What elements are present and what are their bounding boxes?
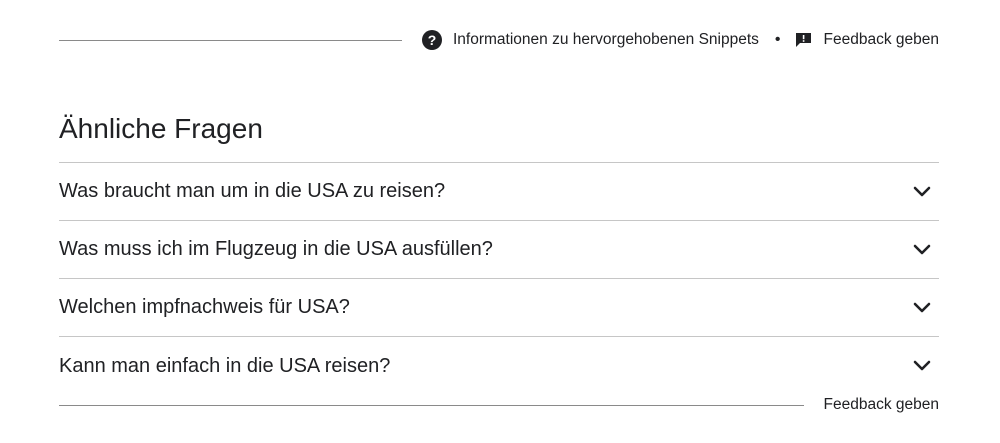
feedback-flag-icon[interactable] xyxy=(795,32,812,48)
section-footer: Feedback geben xyxy=(59,391,939,419)
question-row[interactable]: Kann man einfach in die USA reisen? xyxy=(59,337,939,395)
question-text: Was muss ich im Flugzeug in die USA ausf… xyxy=(59,238,493,260)
snippet-links: ? Informationen zu hervorgehobenen Snipp… xyxy=(422,30,939,50)
question-text: Welchen impfnachweis für USA? xyxy=(59,296,350,318)
chevron-down-icon[interactable] xyxy=(913,244,931,256)
question-row[interactable]: Was muss ich im Flugzeug in die USA ausf… xyxy=(59,221,939,279)
divider-line xyxy=(59,404,804,406)
snippet-info-link[interactable]: Informationen zu hervorgehobenen Snippet… xyxy=(453,31,759,49)
section-title: Ähnliche Fragen xyxy=(59,113,263,144)
feedback-link[interactable]: Feedback geben xyxy=(824,396,939,414)
question-row[interactable]: Was braucht man um in die USA zu reisen? xyxy=(59,163,939,221)
related-questions-list: Was braucht man um in die USA zu reisen?… xyxy=(59,162,939,395)
question-row[interactable]: Welchen impfnachweis für USA? xyxy=(59,279,939,337)
question-text: Kann man einfach in die USA reisen? xyxy=(59,354,391,377)
separator-dot: • xyxy=(774,31,781,48)
feedback-link[interactable]: Feedback geben xyxy=(824,31,939,49)
help-circle-icon[interactable]: ? xyxy=(422,30,442,50)
chevron-down-icon[interactable] xyxy=(913,360,931,372)
chevron-down-icon[interactable] xyxy=(913,186,931,198)
question-text: Was braucht man um in die USA zu reisen? xyxy=(59,180,446,202)
snippet-footer: ? Informationen zu hervorgehobenen Snipp… xyxy=(59,26,939,54)
divider-line xyxy=(59,39,402,41)
chevron-down-icon[interactable] xyxy=(913,302,931,314)
